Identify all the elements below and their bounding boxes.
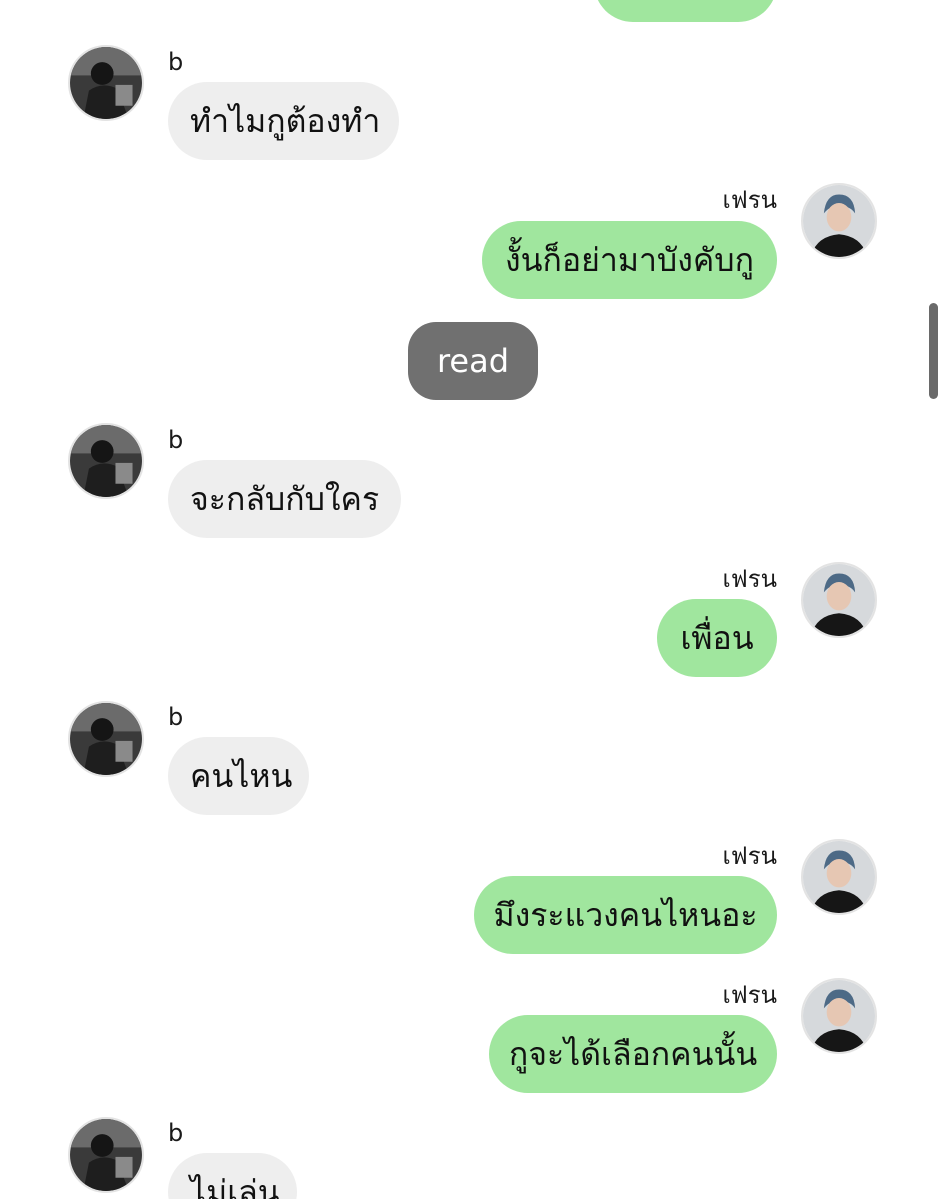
avatar-fren[interactable]	[801, 183, 877, 259]
color-photo-avatar-icon	[803, 980, 875, 1052]
message-bubble-incoming[interactable]: ไม่เล่น	[168, 1153, 297, 1199]
message-bubble-incoming[interactable]: คนไหน	[168, 737, 309, 815]
avatar-b[interactable]	[68, 701, 144, 777]
sender-name-b: b	[168, 703, 184, 731]
avatar-b[interactable]	[68, 423, 144, 499]
sender-name-fren: เฟรน	[722, 565, 778, 593]
avatar-b[interactable]	[68, 45, 144, 121]
grayscale-photo-avatar-icon	[70, 1119, 142, 1191]
chat-view[interactable]: b ทำไมกูต้องทำ เฟรน งั้นก็อย่ามาบังคับกู…	[0, 0, 945, 1199]
message-bubble-outgoing[interactable]: เพื่อน	[657, 599, 777, 677]
color-photo-avatar-icon	[803, 841, 875, 913]
message-bubble-incoming[interactable]: ทำไมกูต้องทำ	[168, 82, 399, 160]
grayscale-photo-avatar-icon	[70, 425, 142, 497]
avatar-fren[interactable]	[801, 978, 877, 1054]
message-bubble-incoming[interactable]: จะกลับกับใคร	[168, 460, 401, 538]
grayscale-photo-avatar-icon	[70, 47, 142, 119]
sender-name-fren: เฟรน	[722, 186, 778, 214]
sender-name-b: b	[168, 48, 184, 76]
color-photo-avatar-icon	[803, 564, 875, 636]
color-photo-avatar-icon	[803, 185, 875, 257]
message-bubble-outgoing[interactable]: กูจะได้เลือกคนนั้น	[489, 1015, 777, 1093]
read-indicator: read	[408, 322, 538, 400]
message-bubble-outgoing[interactable]: มึงระแวงคนไหนอะ	[474, 876, 777, 954]
avatar-fren[interactable]	[801, 562, 877, 638]
scrollbar-thumb[interactable]	[929, 303, 938, 399]
sender-name-fren: เฟรน	[722, 842, 778, 870]
sender-name-b: b	[168, 426, 184, 454]
avatar-b[interactable]	[68, 1117, 144, 1193]
sender-name-b: b	[168, 1119, 184, 1147]
avatar-fren[interactable]	[801, 839, 877, 915]
message-bubble-outgoing-partial[interactable]	[594, 0, 777, 22]
grayscale-photo-avatar-icon	[70, 703, 142, 775]
message-bubble-outgoing[interactable]: งั้นก็อย่ามาบังคับกู	[482, 221, 777, 299]
sender-name-fren: เฟรน	[722, 981, 778, 1009]
